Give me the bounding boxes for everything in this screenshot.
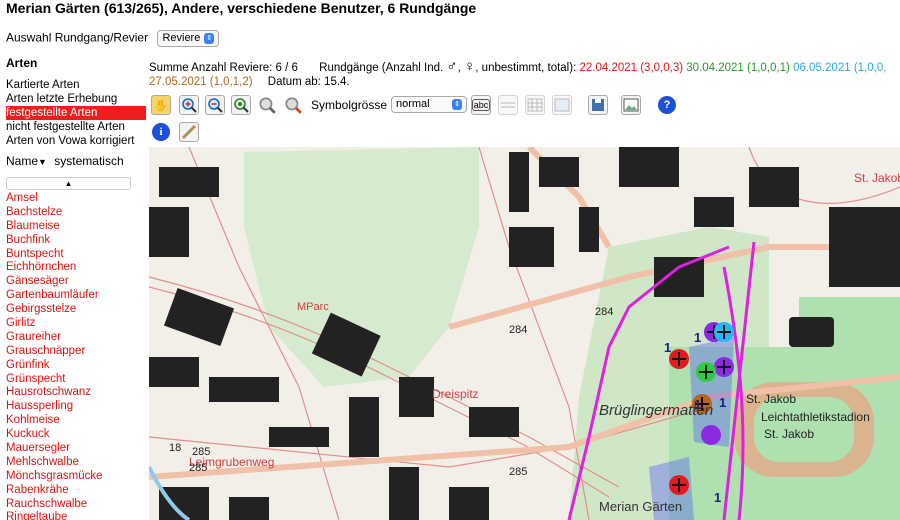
hand-pan-icon[interactable]: ✋ <box>151 95 171 115</box>
species-item[interactable]: Hausrotschwanz <box>6 386 146 400</box>
nav-arten-von-vowa-korrigiert[interactable]: Arten von Vowa korrigiert <box>6 134 146 148</box>
revier-label: Auswahl Rundgang/Revier <box>6 30 149 45</box>
female-symbol: ♀ <box>464 58 476 75</box>
zoom-extent-icon[interactable] <box>231 95 251 115</box>
summary-reviere: Summe Anzahl Reviere: 6 / 6 <box>149 62 298 74</box>
species-item[interactable]: Amsel <box>6 192 146 206</box>
chevron-updown-icon: ⇕ <box>452 99 462 110</box>
map-label: Dreispitz <box>432 387 479 401</box>
species-item[interactable]: Gartenbaumläufer <box>6 289 146 303</box>
scroll-up-button[interactable]: ▲ <box>6 177 131 190</box>
map-label: Merian Gärten <box>599 499 683 514</box>
ruler-icon[interactable] <box>179 122 199 142</box>
map-layer-icon[interactable] <box>552 95 572 115</box>
revier-marker[interactable] <box>701 425 721 445</box>
zoom-grey-icon[interactable] <box>257 95 277 115</box>
species-item[interactable]: Bachstelze <box>6 206 146 220</box>
map-label: St. Jakob <box>854 171 900 185</box>
marker-count: 1 <box>714 490 721 505</box>
species-item[interactable]: Haussperling <box>6 400 146 414</box>
revier-select[interactable]: Reviere ⇕ <box>157 30 220 47</box>
species-item[interactable]: Gänsesäger <box>6 275 146 289</box>
species-item[interactable]: Graureiher <box>6 331 146 345</box>
species-item[interactable]: Rauchschwalbe <box>6 498 146 512</box>
species-item[interactable]: Grünfink <box>6 359 146 373</box>
nav-nicht-festgestellte-arten[interactable]: nicht festgestellte Arten <box>6 120 146 134</box>
species-item[interactable]: Mehlschwalbe <box>6 456 146 470</box>
map-label: St. Jakob <box>764 427 815 441</box>
zoom-out-icon[interactable] <box>205 95 225 115</box>
sort-options: Name▼ systematisch <box>6 154 124 168</box>
species-item[interactable]: Eichhörnchen <box>6 261 146 275</box>
summary-rundgaenge-suffix: , unbestimmt, total): <box>475 62 577 74</box>
page-title: Merian Gärten (613/265), Andere, verschi… <box>6 0 477 16</box>
sort-systematic[interactable]: systematisch <box>54 154 123 168</box>
species-item[interactable]: Buntspecht <box>6 248 146 262</box>
species-item[interactable]: Girlitz <box>6 317 146 331</box>
triangle-down-icon: ▼ <box>38 157 47 167</box>
species-item[interactable]: Blaumeise <box>6 220 146 234</box>
map-label: MParc <box>297 301 329 313</box>
species-item[interactable]: Ringeltaube <box>6 511 146 520</box>
map-view[interactable]: 11111 Brüglingermatten St. Jakob Leichtath… <box>149 147 900 520</box>
marker-count: 1 <box>694 330 701 345</box>
marker-count: 1 <box>664 340 671 355</box>
rundgang-date-3[interactable]: 06.05.2021 (1,0,0, <box>793 62 886 74</box>
symbol-size-label: Symbolgrösse <box>311 98 388 112</box>
nav-kartierte-arten[interactable]: Kartierte Arten <box>6 78 146 92</box>
map-label: Brüglingermatten <box>599 402 714 419</box>
chevron-updown-icon: ⇕ <box>204 32 215 44</box>
symbol-size-select[interactable]: normal ⇕ <box>391 96 467 113</box>
save-icon[interactable] <box>588 95 608 115</box>
map-label: 284 <box>595 306 614 318</box>
species-item[interactable]: Mönchsgrasmücke <box>6 470 146 484</box>
sort-by-name[interactable]: Name▼ <box>6 154 47 168</box>
male-symbol: ♂ <box>446 58 458 75</box>
marker-count: 1 <box>719 395 726 410</box>
map-label: 284 <box>509 324 528 336</box>
species-item[interactable]: Buchfink <box>6 234 146 248</box>
rundgang-date-1[interactable]: 22.04.2021 (3,0,0,3) <box>579 62 683 74</box>
species-item[interactable]: Kuckuck <box>6 428 146 442</box>
info-icon[interactable]: i <box>151 122 171 142</box>
summary-rundgaenge-prefix: Rundgänge (Anzahl Ind. <box>319 62 444 74</box>
revier-selector-row: Auswahl Rundgang/Revier Reviere ⇕ <box>6 30 220 47</box>
triangle-up-icon: ▲ <box>64 179 73 188</box>
summary-panel: Summe Anzahl Reviere: 6 / 6 Rundgänge (A… <box>149 58 887 88</box>
help-icon[interactable]: ? <box>657 95 677 115</box>
map-label: 18 <box>169 442 182 454</box>
rundgang-date-2[interactable]: 30.04.2021 (1,0,0,1) <box>686 62 790 74</box>
map-label: 285 <box>189 462 208 474</box>
datum-ab: Datum ab: 15.4. <box>267 76 350 88</box>
arten-nav: Kartierte Arten Arten letzte Erhebung fe… <box>6 78 146 148</box>
map-label: 285 <box>192 446 211 458</box>
map-label: Leichtathletikstadion <box>761 410 870 424</box>
species-item[interactable]: Grünspecht <box>6 373 146 387</box>
arten-heading: Arten <box>6 56 38 70</box>
text-label-icon[interactable]: abc <box>471 95 491 115</box>
rundgang-date-4[interactable]: 27.05.2021 (1,0,1,2) <box>149 76 253 88</box>
nav-arten-letzte-erhebung[interactable]: Arten letzte Erhebung <box>6 92 146 106</box>
zoom-search-icon[interactable] <box>283 95 303 115</box>
species-item[interactable]: Gebirgsstelze <box>6 303 146 317</box>
image-icon[interactable] <box>621 95 641 115</box>
species-item[interactable]: Rabenkrähe <box>6 484 146 498</box>
line-icon[interactable] <box>498 95 518 115</box>
species-item[interactable]: Grauschnäpper <box>6 345 146 359</box>
grid-icon[interactable] <box>525 95 545 115</box>
species-item[interactable]: Mauersegler <box>6 442 146 456</box>
species-item[interactable]: Kohlmeise <box>6 414 146 428</box>
map-label: 285 <box>509 466 528 478</box>
map-label: St. Jakob <box>746 392 797 406</box>
nav-festgestellte-arten[interactable]: festgestellte Arten <box>6 106 146 120</box>
species-list: Amsel Bachstelze Blaumeise Buchfink Buntspec… <box>6 192 146 520</box>
zoom-in-icon[interactable] <box>179 95 199 115</box>
